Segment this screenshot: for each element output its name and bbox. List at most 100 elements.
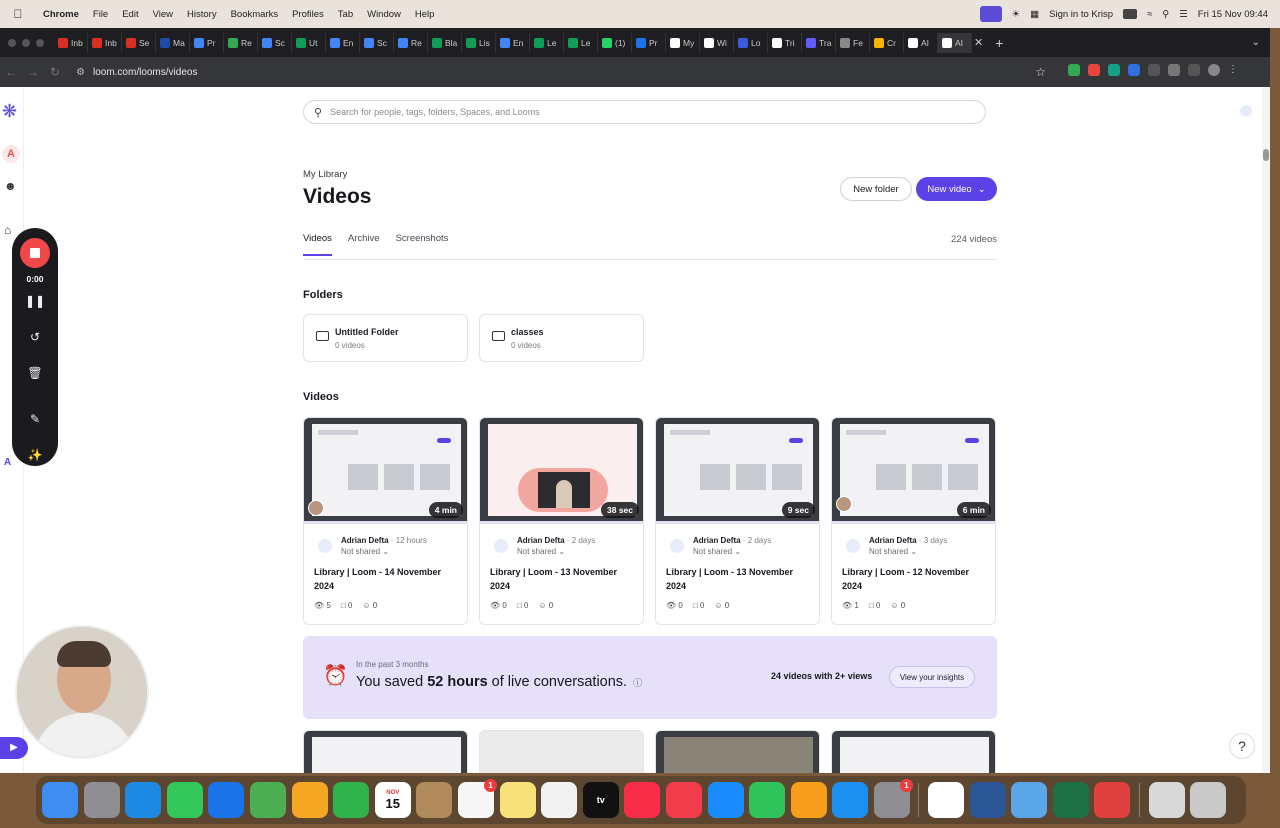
- video-card[interactable]: 38 sec Adrian Defta · 2 days Not shared …: [479, 417, 644, 625]
- browser-tab[interactable]: Le: [564, 32, 598, 53]
- info-icon[interactable]: ⓘ: [633, 678, 642, 688]
- trash-icon[interactable]: 🗑: [12, 366, 58, 380]
- video-card-partial[interactable]: [831, 730, 996, 773]
- forward-icon[interactable]: →: [22, 65, 44, 79]
- video-card[interactable]: 9 sec Adrian Defta · 2 days Not shared ⌄…: [655, 417, 820, 625]
- browser-tab[interactable]: Re: [394, 32, 428, 53]
- stop-recording-button[interactable]: [20, 238, 50, 268]
- view-insights-button[interactable]: View your insights: [889, 666, 975, 688]
- menu-edit[interactable]: Edit: [115, 9, 145, 20]
- browser-tab[interactable]: Lis: [462, 32, 496, 53]
- menu-clock[interactable]: Fri 15 Nov 09:44: [1198, 9, 1268, 20]
- browser-tab[interactable]: En: [496, 32, 530, 53]
- video-title[interactable]: Library | Loom - 12 November 2024: [842, 565, 987, 593]
- browser-tab[interactable]: Re: [224, 32, 258, 53]
- close-window-icon[interactable]: [8, 38, 16, 47]
- minimize-window-icon[interactable]: [22, 38, 30, 47]
- apple-icon[interactable]: : [0, 7, 36, 21]
- menu-file[interactable]: File: [86, 9, 115, 20]
- video-card-partial[interactable]: [479, 730, 644, 773]
- menu-profiles[interactable]: Profiles: [285, 9, 331, 20]
- sharing-status[interactable]: Not shared ⌄: [869, 547, 917, 556]
- app-store-icon[interactable]: [832, 782, 869, 818]
- photos-icon[interactable]: [291, 782, 328, 818]
- new-folder-button[interactable]: New folder: [840, 177, 912, 201]
- search-bar[interactable]: ⚲ Search for people, tags, folders, Spac…: [303, 100, 986, 124]
- browser-tab[interactable]: Tri: [768, 32, 802, 53]
- remote-desktop-icon[interactable]: [1094, 782, 1131, 818]
- browser-tab[interactable]: Lo: [734, 32, 768, 53]
- trash-can-icon[interactable]: [1190, 782, 1227, 818]
- battery-icon[interactable]: [1123, 9, 1138, 19]
- freeform-icon[interactable]: [541, 782, 578, 818]
- site-info-icon[interactable]: ⚙: [76, 67, 85, 78]
- menu-help[interactable]: Help: [408, 9, 442, 20]
- browser-tab[interactable]: Ma: [156, 32, 190, 53]
- menu-app-name[interactable]: Chrome: [36, 9, 86, 20]
- video-card-partial[interactable]: [655, 730, 820, 773]
- user-avatar[interactable]: [1240, 105, 1252, 117]
- excel-icon[interactable]: [1052, 782, 1089, 818]
- profile-avatar[interactable]: [1208, 64, 1220, 76]
- restart-icon[interactable]: ↺: [12, 330, 58, 344]
- grid-icon[interactable]: ▦: [1030, 9, 1039, 20]
- browser-tab[interactable]: My: [666, 32, 700, 53]
- browser-tab[interactable]: Pr: [190, 32, 224, 53]
- browser-tab[interactable]: Ut: [292, 32, 326, 53]
- home-icon[interactable]: ⌂: [4, 223, 11, 237]
- spotlight-search-icon[interactable]: ⚲: [1162, 9, 1169, 20]
- mail-icon[interactable]: [208, 782, 245, 818]
- krisp-sign-in[interactable]: Sign in to Krisp: [1049, 9, 1113, 20]
- browser-tab[interactable]: AI: [938, 32, 972, 53]
- extension-icon[interactable]: [1068, 64, 1080, 76]
- camera-toggle-icon[interactable]: ▶: [0, 737, 28, 759]
- browser-tab[interactable]: Sc: [258, 32, 292, 53]
- new-tab-icon[interactable]: +: [995, 35, 1003, 51]
- brightness-icon[interactable]: ☀: [1012, 9, 1021, 20]
- wifi-icon[interactable]: ≈: [1147, 9, 1152, 20]
- video-title[interactable]: Library | Loom - 14 November 2024: [314, 565, 459, 593]
- extension-icon[interactable]: [1148, 64, 1160, 76]
- menu-history[interactable]: History: [180, 9, 224, 20]
- chrome-icon[interactable]: [928, 782, 965, 818]
- sharing-status[interactable]: Not shared ⌄: [517, 547, 565, 556]
- author-name[interactable]: Adrian Defta: [517, 536, 565, 545]
- browser-tab[interactable]: AI: [904, 32, 938, 53]
- control-center-icon[interactable]: ☰: [1179, 9, 1188, 20]
- loom-logo-icon[interactable]: ❋: [2, 101, 17, 122]
- extension-icon[interactable]: [1088, 64, 1100, 76]
- pencil-icon[interactable]: ✎: [12, 412, 58, 426]
- finder-icon[interactable]: [42, 782, 78, 818]
- browser-tab[interactable]: Bla: [428, 32, 462, 53]
- video-thumbnail[interactable]: 38 sec: [480, 418, 643, 524]
- sharing-status[interactable]: Not shared ⌄: [341, 547, 389, 556]
- browser-tab[interactable]: Inb: [88, 32, 122, 53]
- music-icon[interactable]: [624, 782, 661, 818]
- browser-tab[interactable]: (1): [598, 32, 632, 53]
- search-input[interactable]: Search for people, tags, folders, Spaces…: [330, 107, 540, 117]
- menu-window[interactable]: Window: [360, 9, 408, 20]
- browser-tab[interactable]: Pr: [632, 32, 666, 53]
- back-icon[interactable]: ←: [0, 65, 22, 79]
- video-card-partial[interactable]: [303, 730, 468, 773]
- people-icon[interactable]: ☻: [4, 179, 17, 193]
- downloads-stack-icon[interactable]: [1148, 782, 1185, 818]
- browser-tab[interactable]: Inb: [54, 32, 88, 53]
- tab-search-icon[interactable]: ⌄: [1252, 37, 1260, 48]
- system-settings-icon[interactable]: 1: [873, 779, 913, 818]
- effects-icon[interactable]: ✨: [12, 448, 58, 462]
- menu-bookmarks[interactable]: Bookmarks: [224, 9, 286, 20]
- extension-icon[interactable]: [1128, 64, 1140, 76]
- launchpad-icon[interactable]: [83, 782, 120, 818]
- numbers-icon[interactable]: [749, 782, 786, 818]
- browser-tab[interactable]: Tra: [802, 32, 836, 53]
- scrollbar-thumb[interactable]: [1263, 149, 1269, 161]
- browser-tab[interactable]: En: [326, 32, 360, 53]
- calendar-icon[interactable]: NOV 15: [374, 782, 411, 818]
- messages-icon[interactable]: [166, 782, 203, 818]
- folder-card[interactable]: Untitled Folder 0 videos: [303, 314, 468, 362]
- help-button[interactable]: ?: [1229, 733, 1255, 759]
- folder-card[interactable]: classes 0 videos: [479, 314, 644, 362]
- workspace-a-icon[interactable]: A: [4, 457, 11, 468]
- video-thumbnail[interactable]: 4 min: [304, 418, 467, 524]
